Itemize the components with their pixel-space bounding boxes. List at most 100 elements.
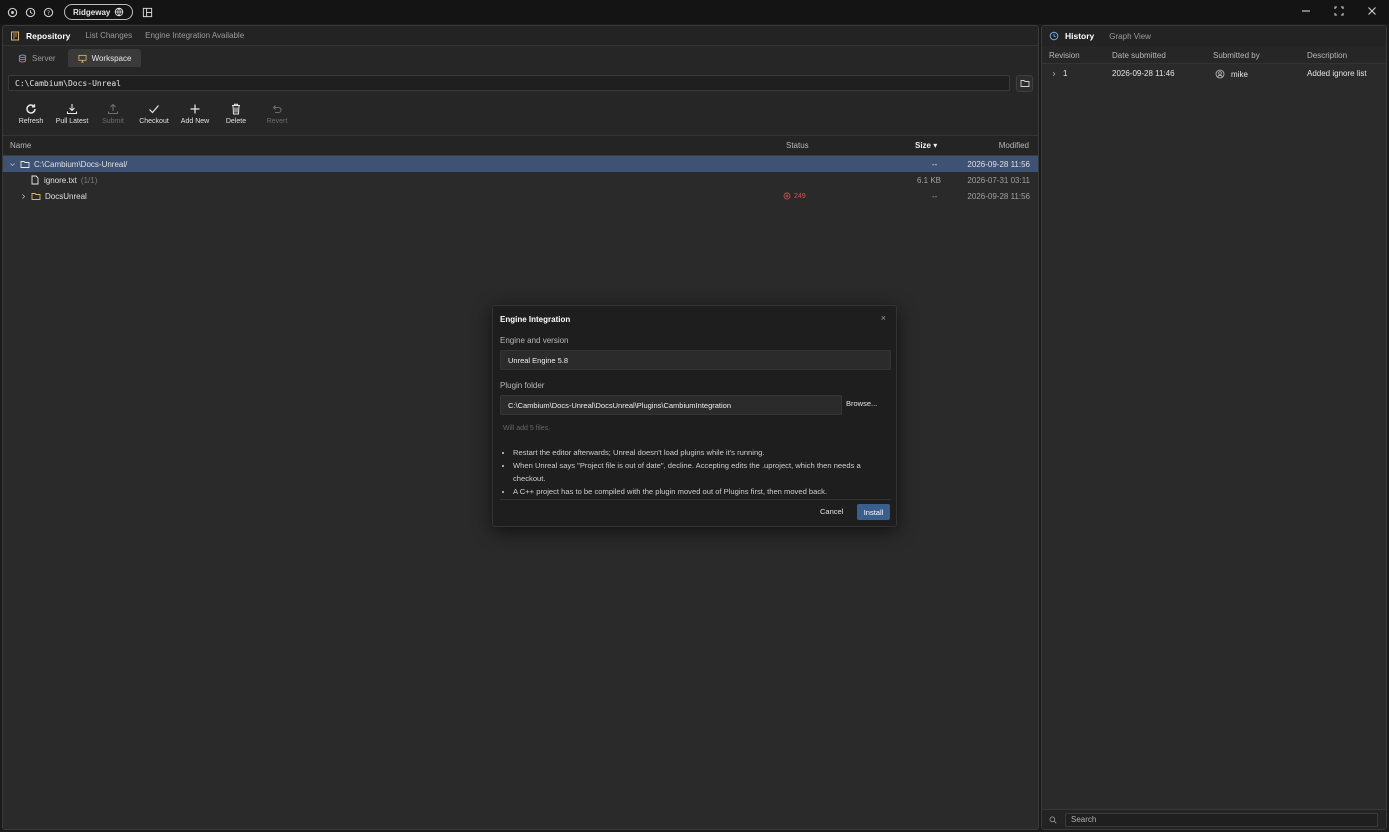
files-hint: Will add 5 files. xyxy=(503,425,551,432)
revert-label: Revert xyxy=(266,118,288,125)
browse-button[interactable]: Browse... xyxy=(846,399,877,408)
error-icon xyxy=(783,192,791,200)
history-icon[interactable] xyxy=(25,7,36,18)
help-icon[interactable]: ? xyxy=(43,7,54,18)
maximize-icon[interactable] xyxy=(1333,5,1345,17)
install-button[interactable]: Install xyxy=(857,504,890,520)
column-submitted-by[interactable]: Submitted by xyxy=(1213,51,1260,60)
tab-server[interactable]: Server xyxy=(8,49,66,67)
description-cell: Added ignore list xyxy=(1307,69,1367,78)
search-input[interactable]: Search xyxy=(1065,812,1378,827)
checkout-label: Checkout xyxy=(139,118,169,125)
row-name: DocsUnreal xyxy=(20,191,87,201)
column-name[interactable]: Name xyxy=(10,141,31,150)
column-size[interactable]: Size ▾ xyxy=(915,141,937,150)
checkout-button[interactable]: Checkout xyxy=(134,103,174,125)
row-name-label: DocsUnreal xyxy=(45,191,87,201)
row-status: 249 xyxy=(783,192,806,200)
history-columns: Revision Date submitted Submitted by Des… xyxy=(1042,46,1386,64)
refresh-button[interactable]: Refresh xyxy=(11,103,51,125)
column-modified[interactable]: Modified xyxy=(999,141,1029,150)
tab-workspace-label: Workspace xyxy=(91,53,132,63)
delete-label: Delete xyxy=(225,118,247,125)
chevron-right-icon[interactable] xyxy=(20,193,27,200)
table-row[interactable]: DocsUnreal 249 -- 2026-09-28 11:56 xyxy=(3,188,1038,204)
file-icon xyxy=(31,175,39,185)
engine-integration-dialog: Engine Integration × Engine and version … xyxy=(492,305,897,527)
layout-icon[interactable] xyxy=(142,7,153,18)
repository-icon xyxy=(11,31,19,40)
revision-number: 1 xyxy=(1063,69,1068,78)
note-item: A C++ project has to be compiled with th… xyxy=(513,485,883,498)
column-revision[interactable]: Revision xyxy=(1049,51,1080,60)
plugin-folder-label: Plugin folder xyxy=(500,381,545,390)
column-date[interactable]: Date submitted xyxy=(1112,51,1166,60)
download-icon xyxy=(66,104,78,115)
tab-workspace[interactable]: Workspace xyxy=(67,49,142,67)
search-icon xyxy=(1049,816,1057,823)
submit-label: Submit xyxy=(102,118,124,125)
table-row[interactable]: ignore.txt (1/1) 6.1 KB 2026-07-31 03:11 xyxy=(3,172,1038,188)
workspace-path-input[interactable]: C:\Cambium\Docs-Unreal xyxy=(8,75,1010,91)
history-icon xyxy=(1049,31,1059,41)
close-icon[interactable] xyxy=(1366,5,1378,17)
revision-cell: 1 xyxy=(1051,69,1067,78)
dialog-close-button[interactable]: × xyxy=(881,313,886,323)
repository-header: Repository List Changes Engine Integrati… xyxy=(3,26,1038,46)
undo-icon xyxy=(272,105,282,114)
workspace-name: Ridgeway xyxy=(73,7,111,17)
column-status[interactable]: Status xyxy=(786,141,809,150)
title-bar: ? Ridgeway xyxy=(0,0,1389,24)
open-folder-button[interactable] xyxy=(1016,74,1033,92)
chevron-right-icon[interactable] xyxy=(1051,71,1057,77)
settings-icon[interactable] xyxy=(7,7,18,18)
note-item: When Unreal says "Project file is out of… xyxy=(513,459,883,485)
folder-icon xyxy=(20,161,30,168)
engine-select[interactable]: Unreal Engine 5.8 xyxy=(500,350,891,370)
row-name: C:\Cambium\Docs-Unreal/ xyxy=(9,159,127,169)
submitter-name: mike xyxy=(1231,69,1248,79)
refresh-icon xyxy=(26,104,36,114)
plus-icon xyxy=(190,104,200,114)
graph-view-tab[interactable]: Graph View xyxy=(1109,32,1151,41)
check-icon xyxy=(149,105,159,114)
plugin-folder-input[interactable]: C:\Cambium\Docs-Unreal\DocsUnreal\Plugin… xyxy=(500,395,842,415)
table-row[interactable]: C:\Cambium\Docs-Unreal/ -- 2026-09-28 11… xyxy=(3,156,1038,172)
workspace-selector[interactable]: Ridgeway xyxy=(64,4,134,20)
submitter-cell: mike xyxy=(1215,69,1248,79)
history-row[interactable]: 1 2026-09-28 11:46 mike Added ignore lis… xyxy=(1042,64,1386,82)
cancel-button[interactable]: Cancel xyxy=(820,507,843,516)
engine-integration-link[interactable]: Engine Integration Available xyxy=(145,31,244,40)
engine-label: Engine and version xyxy=(500,336,569,345)
submit-button[interactable]: Submit xyxy=(93,103,133,125)
file-table-header: Name Status Size ▾ Modified xyxy=(3,136,1038,156)
folder-icon xyxy=(1020,80,1029,87)
pull-latest-button[interactable]: Pull Latest xyxy=(52,103,92,125)
toolbar: Refresh Pull Latest Submit Checkout Add … xyxy=(3,96,1038,136)
row-status-count: 249 xyxy=(794,192,806,200)
history-title[interactable]: History xyxy=(1065,31,1094,41)
repository-title: Repository xyxy=(26,30,71,41)
row-name-label: ignore.txt xyxy=(44,175,77,185)
history-search-bar: Search xyxy=(1042,809,1386,829)
delete-button[interactable]: Delete xyxy=(216,103,256,125)
row-size: 6.1 KB xyxy=(917,175,942,185)
folder-icon xyxy=(31,193,41,200)
column-description[interactable]: Description xyxy=(1307,51,1347,60)
add-new-label: Add New xyxy=(180,118,210,125)
chevron-down-icon[interactable] xyxy=(9,161,16,168)
upload-icon xyxy=(107,103,119,115)
list-changes-link[interactable]: List Changes xyxy=(85,31,132,40)
date-cell: 2026-09-28 11:46 xyxy=(1112,69,1175,78)
row-modified: 2026-07-31 03:11 xyxy=(967,175,1030,185)
refresh-label: Refresh xyxy=(18,118,44,125)
revert-button[interactable]: Revert xyxy=(257,103,297,125)
minimize-icon[interactable] xyxy=(1300,5,1312,17)
add-new-button[interactable]: Add New xyxy=(175,103,215,125)
svg-text:?: ? xyxy=(47,9,50,16)
globe-icon xyxy=(115,7,124,17)
notes-list: Restart the editor afterwards; Unreal do… xyxy=(513,446,883,498)
trash-icon xyxy=(232,103,240,115)
row-size: -- xyxy=(932,159,938,169)
repository-tabs: Server Workspace xyxy=(3,46,1038,70)
